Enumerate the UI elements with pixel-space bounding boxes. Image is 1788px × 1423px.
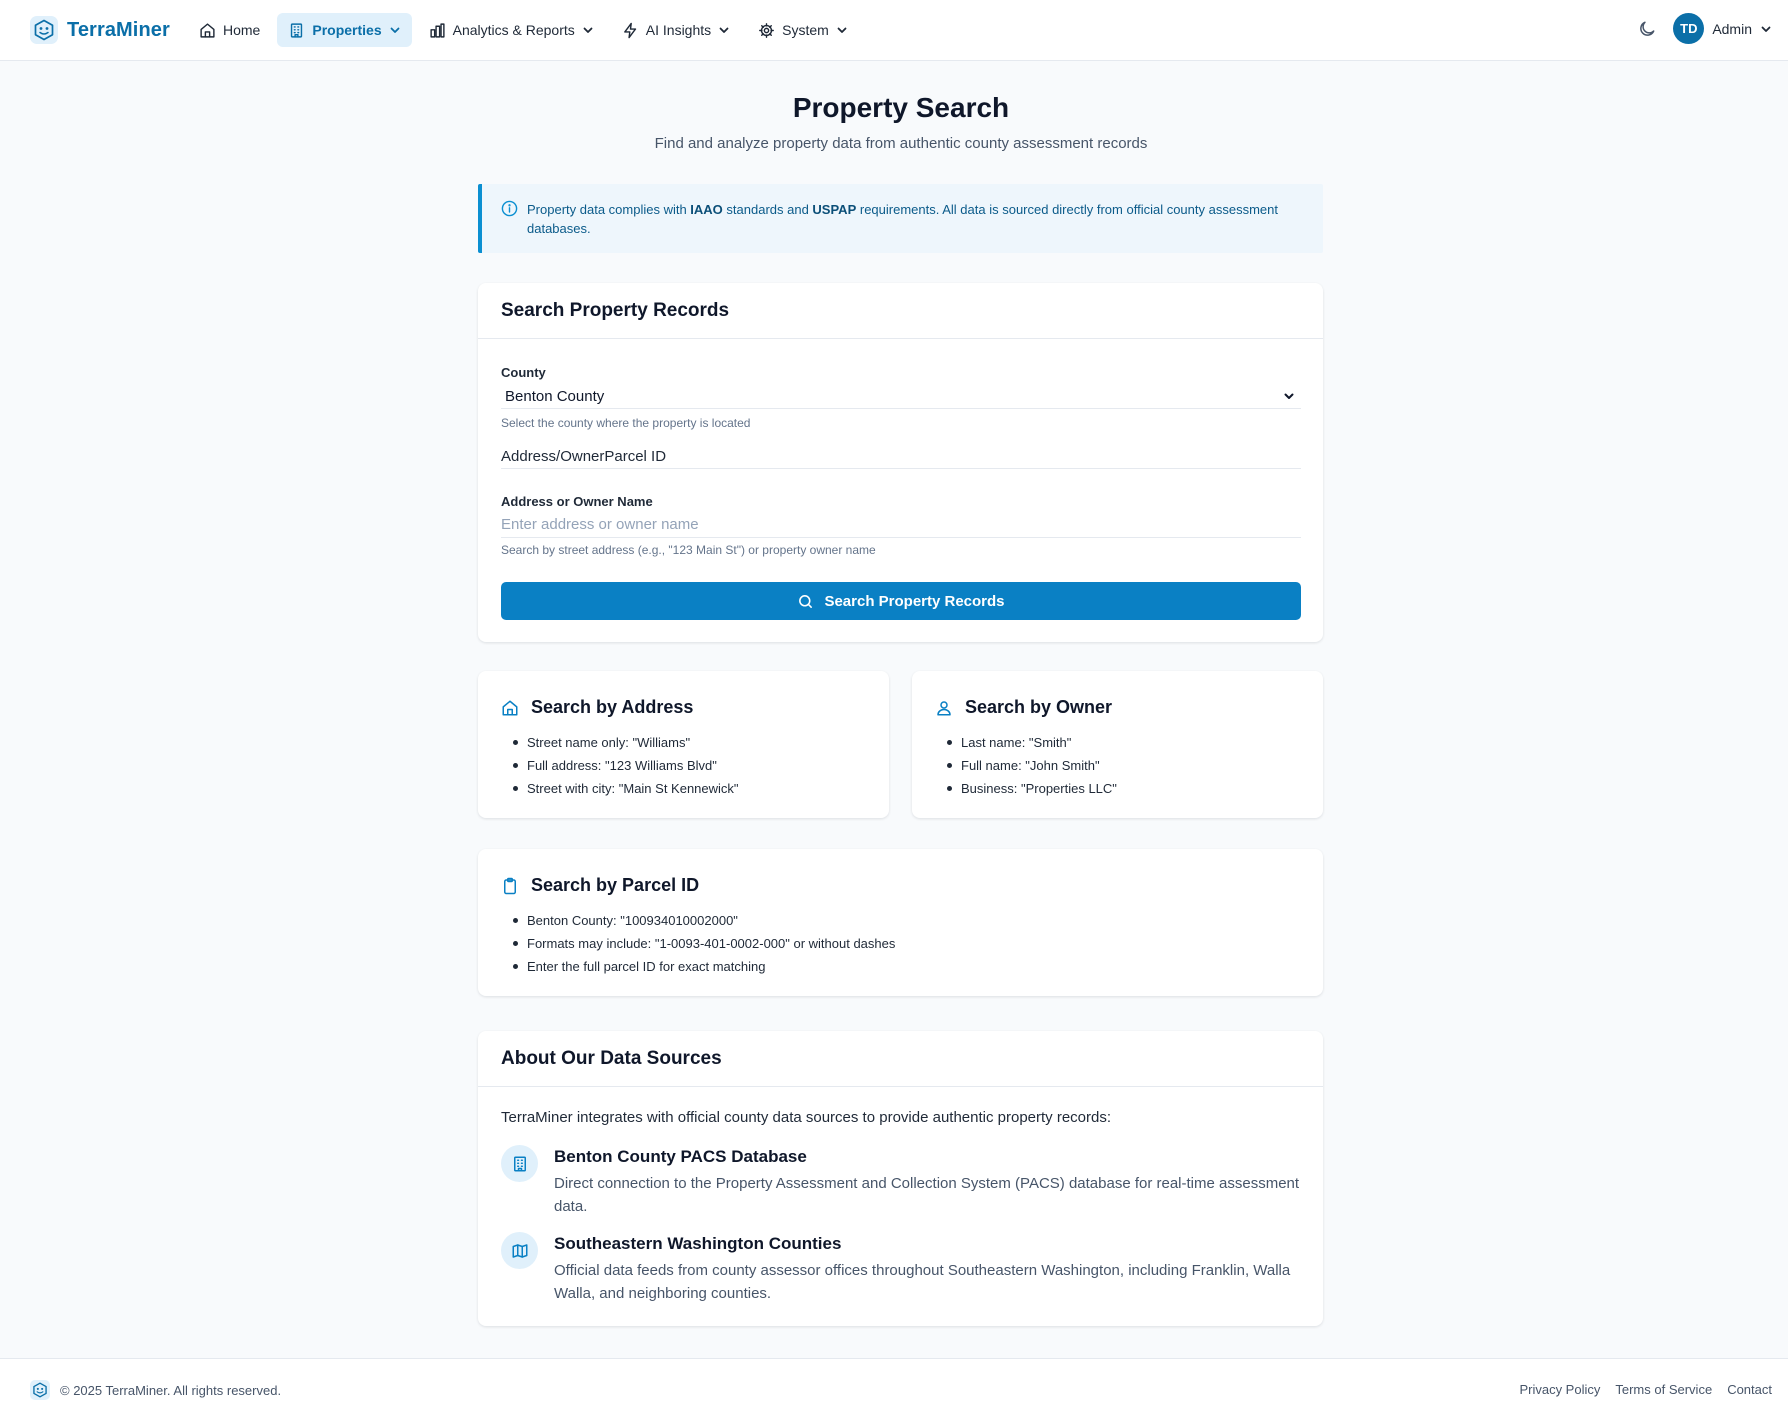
owner-tips-list: Last name: "Smith" Full name: "John Smit… — [935, 731, 1300, 800]
page-title: Property Search — [792, 92, 1010, 123]
moon-icon[interactable] — [1637, 19, 1657, 39]
chevron-down-icon — [719, 27, 729, 33]
list-item: Street name only: "Williams" — [501, 731, 866, 754]
data-sources-heading: About Our Data Sources — [478, 1031, 1323, 1087]
search-type-tabs: Address/Owner Parcel ID — [501, 444, 1301, 469]
alert-emphasis-iaao: IAAO — [690, 202, 723, 217]
nav-properties[interactable]: Properties — [277, 13, 412, 47]
nav-properties-label: Properties — [312, 22, 382, 38]
alert-text: Property data complies with IAAO standar… — [527, 202, 1278, 236]
data-source-name: Benton County PACS Database — [554, 1147, 807, 1166]
nav-ai-insights-label: AI Insights — [645, 22, 712, 38]
gear-icon — [759, 22, 775, 38]
user-menu[interactable]: TD Admin — [1673, 13, 1772, 44]
nav-analytics-label: Analytics & Reports — [452, 22, 575, 38]
data-sources-intro: TerraMiner integrates with official coun… — [501, 1109, 1112, 1126]
parcel-tips-list: Benton County: "100934010002000" Formats… — [501, 909, 1300, 978]
county-select[interactable]: Benton County — [501, 384, 1301, 409]
chevron-down-icon — [583, 27, 593, 33]
user-icon — [937, 700, 951, 715]
list-item: Business: "Properties LLC" — [935, 777, 1300, 800]
clipboard-icon — [504, 877, 516, 894]
footer: © 2025 TerraMiner. All rights reserved. … — [0, 1358, 1788, 1423]
data-source-item: Benton County PACS Database Direct conne… — [501, 1145, 1301, 1218]
list-item: Enter the full parcel ID for exact match… — [501, 955, 1300, 978]
tab-parcel-id[interactable]: Parcel ID — [604, 448, 666, 465]
footer-links: Privacy Policy Terms of Service Contact — [1519, 1382, 1772, 1397]
data-source-description: Direct connection to the Property Assess… — [554, 1175, 1300, 1215]
address-tips-list: Street name only: "Williams" Full addres… — [501, 731, 866, 800]
lightning-icon — [623, 22, 636, 38]
query-hint: Search by street address (e.g., "123 Mai… — [501, 543, 876, 557]
nav-system[interactable]: System — [747, 13, 859, 47]
alert-emphasis-uspap: USPAP — [812, 202, 857, 217]
chevron-down-icon — [1761, 26, 1771, 32]
contact-link[interactable]: Contact — [1727, 1382, 1772, 1397]
nav-home[interactable]: Home — [188, 13, 271, 47]
terraminer-logo-icon — [30, 1380, 50, 1400]
copyright-text: © 2025 TerraMiner. All rights reserved. — [60, 1382, 282, 1398]
nav-ai-insights[interactable]: AI Insights — [611, 13, 741, 47]
list-item: Full address: "123 Williams Blvd" — [501, 754, 866, 777]
address-tips-card: Search by Address Street name only: "Wil… — [478, 671, 889, 818]
brand[interactable]: TerraMiner — [30, 16, 170, 44]
tab-address-owner[interactable]: Address/Owner — [501, 448, 604, 465]
list-item: Formats may include: "1-0093-401-0002-00… — [501, 932, 1300, 955]
parcel-tips-card: Search by Parcel ID Benton County: "1009… — [478, 849, 1323, 996]
county-label: County — [501, 365, 546, 380]
terraminer-logo-icon — [30, 16, 58, 44]
data-source-name: Southeastern Washington Counties — [554, 1234, 842, 1253]
home-icon — [502, 700, 518, 715]
building-icon — [513, 1156, 526, 1171]
search-icon — [799, 594, 813, 608]
list-item: Full name: "John Smith" — [935, 754, 1300, 777]
nav-home-label: Home — [223, 22, 261, 38]
query-label: Address or Owner Name — [501, 494, 653, 509]
list-item: Benton County: "100934010002000" — [501, 909, 1300, 932]
chevron-down-icon — [390, 27, 400, 33]
list-item: Street with city: "Main St Kennewick" — [501, 777, 866, 800]
brand-name: TerraMiner — [67, 18, 170, 41]
search-form-card: Search Property Records County Benton Co… — [478, 283, 1323, 642]
search-form-heading: Search Property Records — [478, 283, 1323, 339]
page-subtitle: Find and analyze property data from auth… — [654, 135, 1148, 152]
compliance-alert: Property data complies with IAAO standar… — [478, 184, 1323, 253]
parcel-tips-title: Search by Parcel ID — [501, 875, 1300, 896]
info-icon — [501, 200, 518, 217]
avatar: TD — [1673, 13, 1705, 44]
top-navbar: TerraMiner Home Properties Analytics & R… — [0, 0, 1788, 61]
chevron-down-icon — [1284, 393, 1294, 399]
bar-chart-icon — [430, 22, 445, 38]
home-icon — [200, 22, 215, 38]
nav-analytics[interactable]: Analytics & Reports — [418, 13, 605, 47]
nav-system-label: System — [782, 22, 829, 38]
chevron-down-icon — [837, 27, 847, 33]
owner-tips-card: Search by Owner Last name: "Smith" Full … — [912, 671, 1323, 818]
data-source-item: Southeastern Washington Counties Officia… — [501, 1232, 1301, 1305]
user-name: Admin — [1712, 20, 1752, 37]
owner-tips-title: Search by Owner — [935, 697, 1300, 718]
county-select-value: Benton County — [505, 387, 605, 405]
privacy-policy-link[interactable]: Privacy Policy — [1519, 1382, 1600, 1397]
header-right: TD Admin — [1637, 13, 1772, 44]
data-source-description: Official data feeds from county assessor… — [554, 1262, 1291, 1302]
terms-of-service-link[interactable]: Terms of Service — [1615, 1382, 1712, 1397]
list-item: Last name: "Smith" — [935, 731, 1300, 754]
address-owner-input[interactable] — [501, 512, 1301, 538]
map-icon — [512, 1243, 527, 1258]
county-hint: Select the county where the property is … — [501, 416, 751, 430]
address-tips-title: Search by Address — [501, 697, 866, 718]
data-sources-card: About Our Data Sources TerraMiner integr… — [478, 1031, 1323, 1326]
search-submit-button[interactable]: Search Property Records — [501, 582, 1301, 620]
search-submit-label: Search Property Records — [824, 592, 1005, 610]
building-icon — [291, 22, 303, 38]
main-nav: Home Properties Analytics & Reports AI I… — [188, 13, 859, 47]
